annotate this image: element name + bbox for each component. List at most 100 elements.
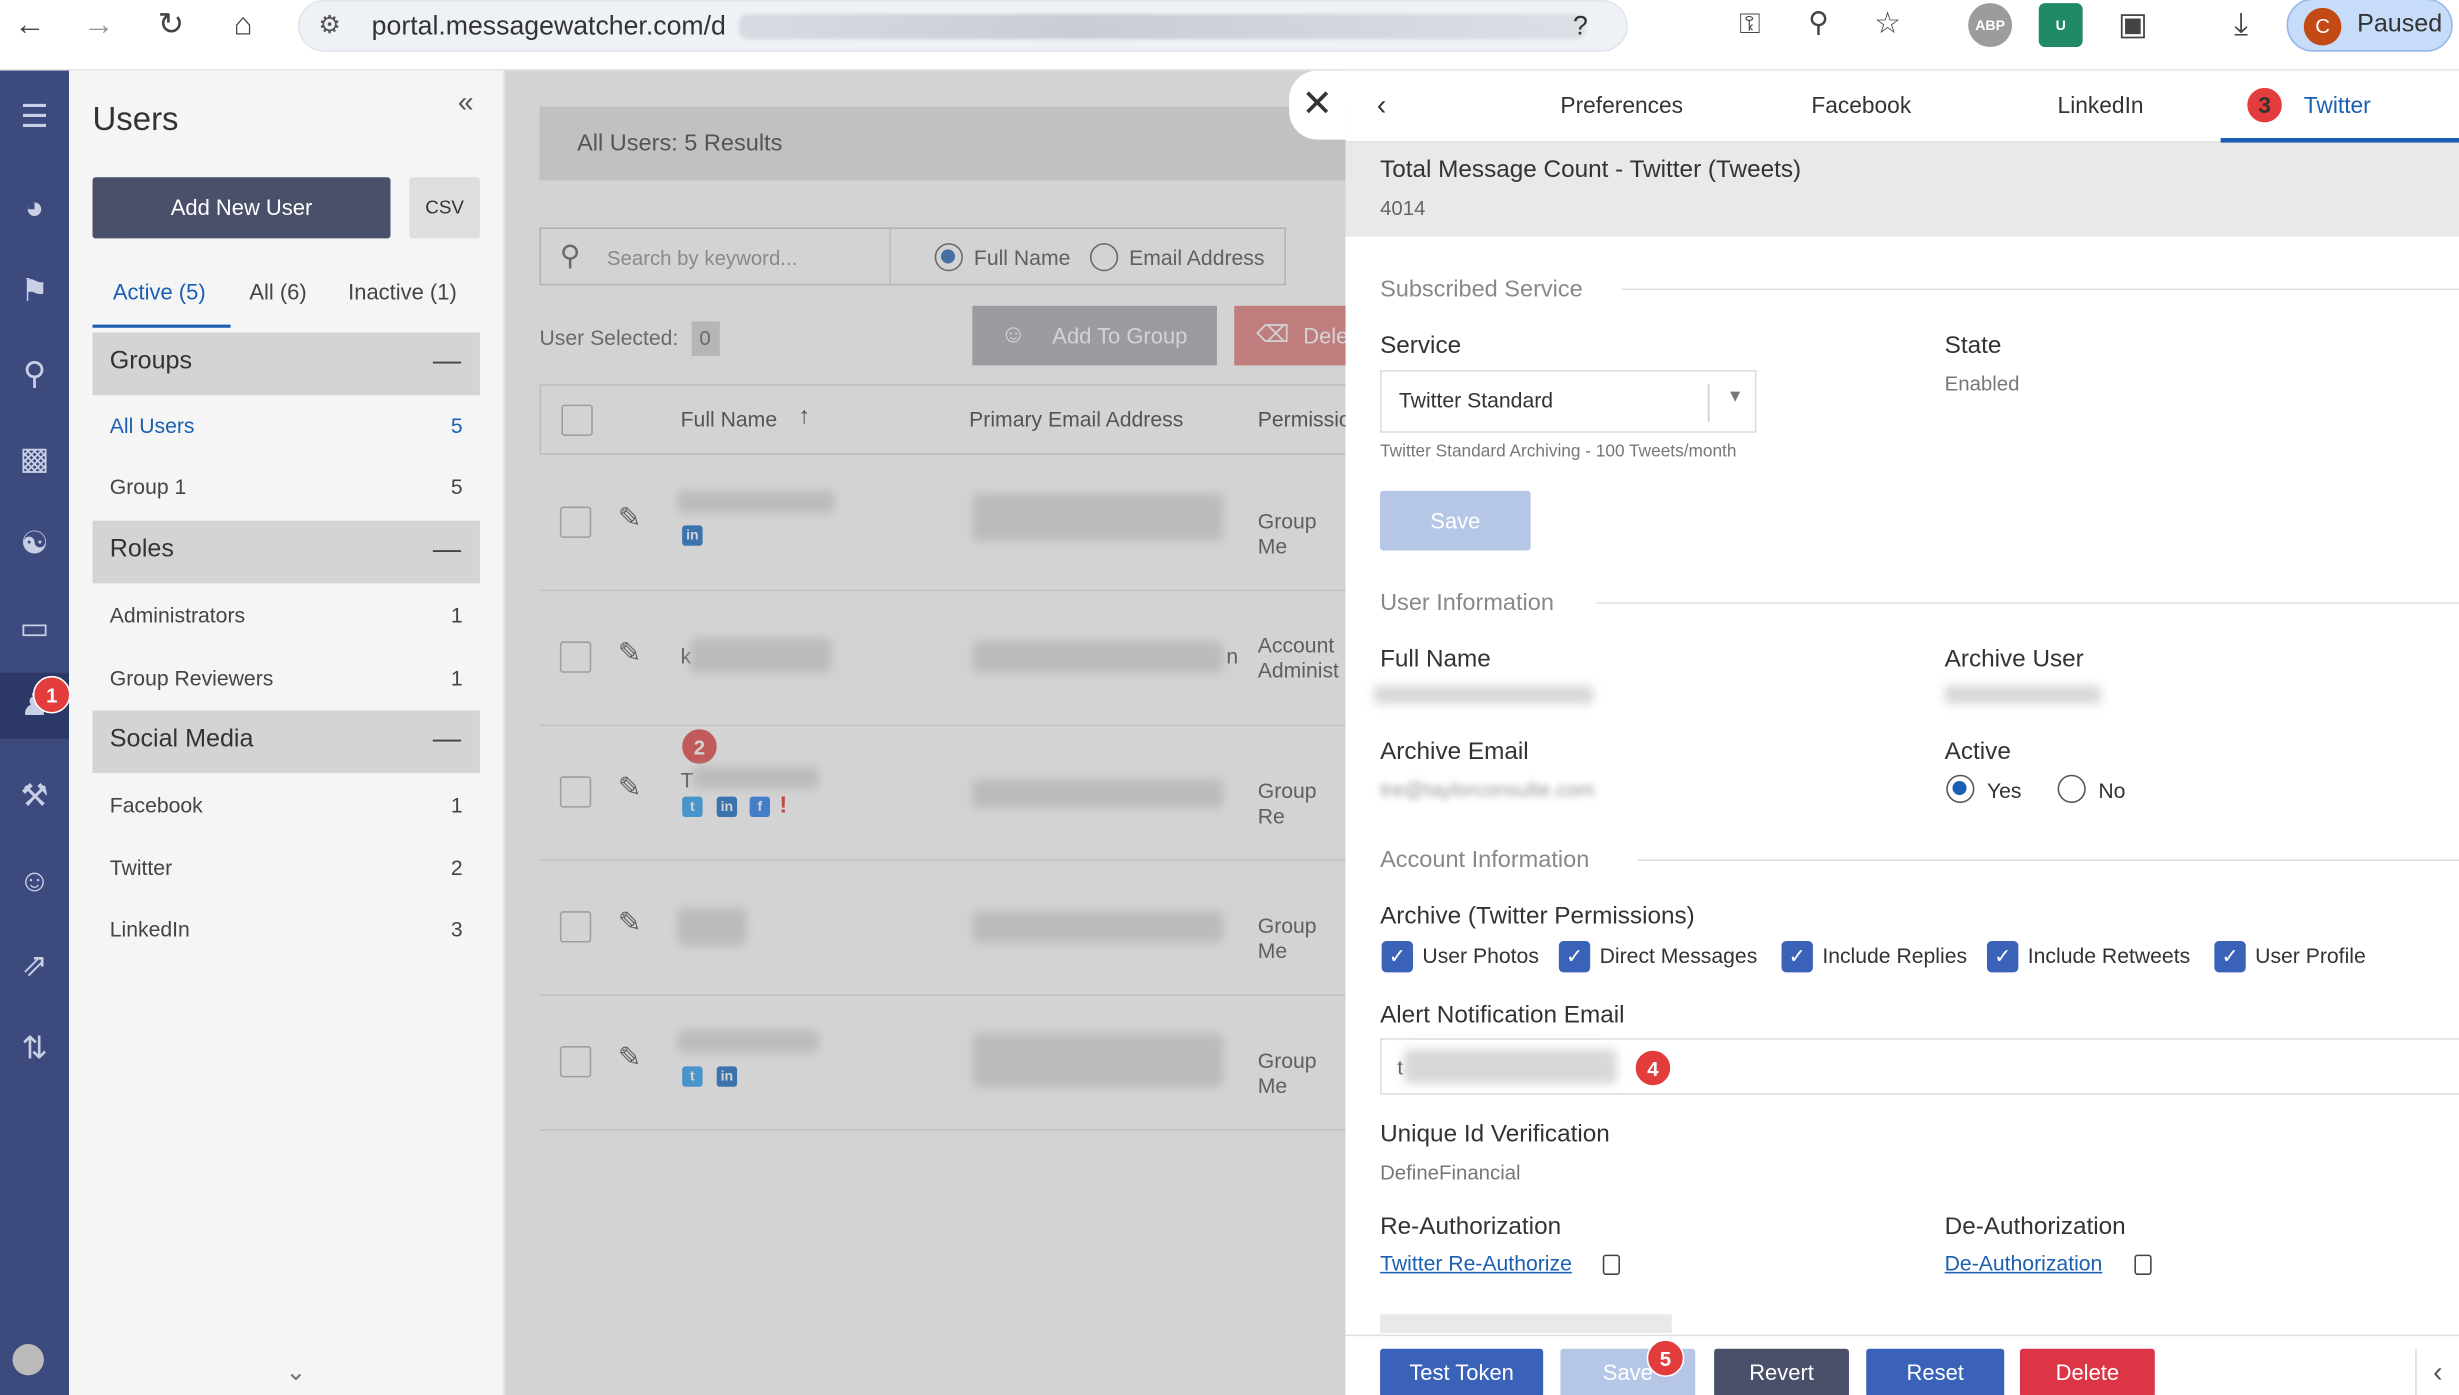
divider [1707, 384, 1710, 422]
step-badge-1: 1 [32, 675, 71, 714]
tab-all[interactable]: All (6) [249, 279, 306, 304]
state-label: State [1944, 332, 2002, 360]
reload-icon[interactable]: ↻ [144, 6, 197, 44]
deauthorization-link[interactable]: De-Authorization [1945, 1251, 2103, 1275]
count-title: Total Message Count - Twitter (Tweets) [1380, 156, 1802, 184]
share-icon[interactable]: ⇗ [9, 941, 59, 991]
include-retweets-label: Include Retweets [2027, 944, 2191, 968]
role-item-group-reviewers[interactable]: Group Reviewers 1 [110, 667, 463, 691]
blurred-archive-user [1944, 685, 2102, 705]
section-roles[interactable]: Roles — [92, 520, 480, 584]
alert-email-label: Alert Notification Email [1380, 1002, 1625, 1029]
flag-icon[interactable]: ⚑ [9, 267, 59, 317]
group-item-group-1[interactable]: Group 15 [110, 475, 463, 499]
search-icon[interactable]: ⚲ [9, 350, 59, 400]
collapse-panel-icon[interactable]: « [458, 86, 474, 119]
active-label: Active [1944, 738, 2011, 766]
tab-linkedin[interactable]: LinkedIn [2058, 94, 2144, 119]
delete-button[interactable]: Delete [2019, 1348, 2155, 1395]
active-yes-radio[interactable] [1946, 774, 1975, 803]
divider [1596, 602, 2459, 604]
left-navigation: ☰ ◕ ⚑ ⚲ ▩ ☯ ▭ ♟ 1 ⚒ ☺ ⇗ ⇅ [0, 70, 71, 1395]
zoom-icon[interactable]: ⚲ [1808, 6, 1829, 39]
profile-button[interactable]: C Paused [2286, 0, 2453, 52]
social-item-twitter[interactable]: Twitter 2 [110, 856, 463, 880]
chevron-left-icon[interactable]: ‹ [1377, 89, 1386, 122]
profile-status: Paused [2357, 10, 2443, 38]
group-item-all-users[interactable]: All Users 5 [110, 414, 463, 438]
twitter-reauthorize-link[interactable]: Twitter Re-Authorize [1380, 1251, 1572, 1275]
unique-id-value: DefineFinancial [1380, 1160, 1521, 1185]
role-item-administrators[interactable]: Administrators 1 [110, 604, 463, 628]
shuffle-icon[interactable]: ⇅ [9, 1024, 59, 1074]
site-settings-icon[interactable]: ⚙ [318, 9, 340, 40]
collapse-icon[interactable]: — [433, 533, 461, 566]
globe-icon[interactable]: ☯ [9, 519, 59, 569]
csv-export-icon[interactable]: CSV [409, 177, 480, 239]
tab-facebook[interactable]: Facebook [1811, 94, 1911, 119]
home-icon[interactable]: ⌂ [216, 6, 269, 44]
add-new-user-button[interactable]: Add New User [92, 177, 391, 239]
reauth-label: Re-Authorization [1380, 1213, 1562, 1241]
tab-twitter[interactable]: Twitter [2304, 94, 2371, 119]
page-title: Users [92, 101, 179, 139]
reset-button[interactable]: Reset [1866, 1348, 2005, 1395]
abp-extension-icon[interactable]: ABP [1968, 3, 2013, 48]
include-replies-label: Include Replies [1822, 944, 1968, 968]
save-service-button[interactable]: Save [1380, 490, 1531, 551]
revert-button[interactable]: Revert [1714, 1348, 1849, 1395]
archive-permissions-label: Archive (Twitter Permissions) [1380, 903, 1695, 930]
active-no-label: No [2098, 779, 2126, 803]
scroll-down-icon[interactable]: ⌄ [285, 1357, 306, 1388]
include-replies-checkbox[interactable]: ✓ [1781, 940, 1813, 973]
chevron-down-icon: ▼ [1726, 387, 1744, 407]
section-social-media[interactable]: Social Media — [92, 710, 480, 774]
section-title: Roles [109, 536, 174, 564]
bookmark-star-icon[interactable]: ☆ [1874, 6, 1901, 42]
step-badge-3: 3 [2245, 86, 2284, 124]
service-select[interactable]: Twitter Standard ▼ [1380, 370, 1757, 433]
section-title: Groups [109, 348, 193, 375]
download-icon[interactable]: ⤓ [2214, 6, 2267, 44]
dashboard-icon[interactable]: ◕ [9, 183, 59, 233]
collapse-icon[interactable]: — [433, 345, 461, 378]
service-label: Service [1380, 332, 1462, 360]
extension-u-icon[interactable]: U [2038, 3, 2083, 48]
chart-icon[interactable]: ▩ [9, 434, 59, 484]
social-item-linkedin[interactable]: LinkedIn 3 [110, 917, 463, 941]
extensions-puzzle-icon[interactable]: ▣ [2106, 6, 2159, 44]
tools-icon[interactable]: ⚒ [9, 772, 59, 822]
section-groups[interactable]: Groups — [92, 332, 480, 396]
tab-active[interactable]: Active (5) [113, 279, 206, 304]
test-token-button[interactable]: Test Token [1380, 1348, 1544, 1395]
address-bar[interactable]: ⚙ portal.messagewatcher.com/d ? ⚿ ⚲ ☆ [297, 0, 1901, 52]
active-no-radio[interactable] [2057, 774, 2086, 803]
tab-inactive[interactable]: Inactive (1) [348, 279, 457, 304]
tab-preferences[interactable]: Preferences [1560, 94, 1683, 119]
include-retweets-checkbox[interactable]: ✓ [1986, 940, 2019, 973]
user-status-tabs: Active (5) All (6) Inactive (1) [93, 271, 482, 327]
key-icon[interactable]: ⚿ [1739, 8, 1760, 41]
service-note: Twitter Standard Archiving - 100 Tweets/… [1380, 442, 1737, 462]
modal-overlay[interactable] [504, 70, 1346, 1395]
account-avatar-icon[interactable] [12, 1343, 44, 1376]
blurred-full-name [1373, 685, 1594, 705]
forward-icon[interactable]: → [72, 6, 125, 44]
copy-icon[interactable] [1602, 1254, 1621, 1275]
folder-icon[interactable]: ▭ [9, 604, 59, 654]
step-badge-4: 4 [1634, 1049, 1672, 1087]
chevron-left-icon[interactable]: ‹ [2415, 1348, 2459, 1395]
group-icon[interactable]: ☺ [9, 856, 59, 906]
collapse-icon[interactable]: — [433, 723, 461, 756]
back-icon[interactable]: ← [3, 6, 56, 44]
direct-messages-checkbox[interactable]: ✓ [1558, 940, 1591, 973]
user-photos-checkbox[interactable]: ✓ [1381, 940, 1414, 973]
social-item-facebook[interactable]: Facebook 1 [110, 794, 463, 818]
alert-email-input[interactable]: t [1380, 1038, 2459, 1095]
menu-icon[interactable]: ☰ [9, 93, 59, 143]
close-icon[interactable]: ✕ [1289, 70, 1346, 140]
copy-icon[interactable] [2134, 1254, 2152, 1275]
user-profile-checkbox[interactable]: ✓ [2214, 940, 2246, 973]
browser-toolbar: ← → ↻ ⌂ ⚙ portal.messagewatcher.com/d ? … [0, 0, 2459, 71]
account-information-heading: Account Information [1380, 846, 1590, 874]
